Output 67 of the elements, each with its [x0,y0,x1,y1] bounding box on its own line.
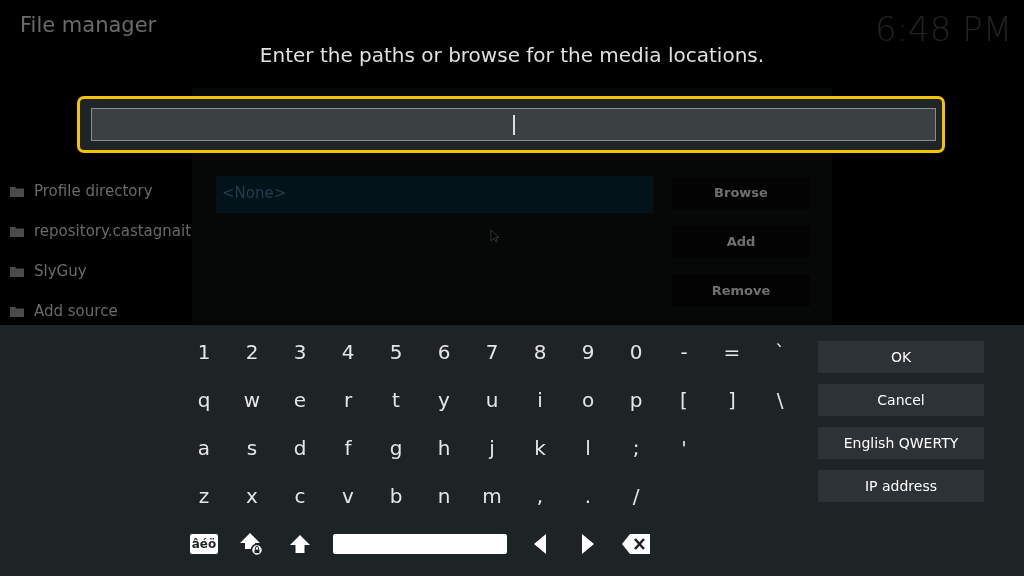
dialog-button[interactable]: Add [672,226,810,258]
key[interactable]: [ [660,376,708,424]
key[interactable]: c [276,472,324,520]
dialog-button[interactable]: Remove [672,275,810,307]
key[interactable]: u [468,376,516,424]
key[interactable]: n [420,472,468,520]
key[interactable]: z [180,472,228,520]
key[interactable]: l [564,424,612,472]
dialog-button[interactable]: Browse [672,177,810,209]
key[interactable]: \ [756,376,804,424]
key[interactable]: w [228,376,276,424]
source-item[interactable]: SlyGuy [34,259,87,283]
key[interactable]: f [324,424,372,472]
keyboard-action-button[interactable]: IP address [818,470,984,502]
source-item[interactable]: Profile directory [34,179,153,203]
key[interactable]: i [516,376,564,424]
key[interactable]: k [516,424,564,472]
source-item[interactable]: repository.castagnait [34,219,192,243]
key[interactable]: 6 [420,328,468,376]
accents-key[interactable]: âéö [180,520,228,568]
key[interactable]: 4 [324,328,372,376]
key[interactable]: 0 [612,328,660,376]
keyboard-action-button[interactable]: OK [818,341,984,373]
key[interactable]: ' [660,424,708,472]
key[interactable]: t [372,376,420,424]
key[interactable]: ] [708,376,756,424]
key[interactable]: m [468,472,516,520]
key[interactable]: r [324,376,372,424]
key[interactable]: . [564,472,612,520]
key[interactable]: h [420,424,468,472]
key[interactable]: v [324,472,372,520]
key[interactable]: g [372,424,420,472]
source-item[interactable]: Add source [34,299,118,323]
key[interactable]: d [276,424,324,472]
key[interactable]: p [612,376,660,424]
key[interactable]: 8 [516,328,564,376]
key[interactable]: , [516,472,564,520]
folder-icon [10,305,24,317]
key[interactable]: x [228,472,276,520]
text-input-field[interactable] [77,96,945,153]
key[interactable]: 7 [468,328,516,376]
key[interactable]: e [276,376,324,424]
key[interactable]: ; [612,424,660,472]
key[interactable]: ` [756,328,804,376]
folder-icon [10,185,24,197]
dialog-heading: Enter the paths or browse for the media locations. [258,42,766,69]
key[interactable]: a [180,424,228,472]
key[interactable]: q [180,376,228,424]
key[interactable]: 9 [564,328,612,376]
key[interactable]: 1 [180,328,228,376]
key[interactable]: o [564,376,612,424]
key[interactable]: 5 [372,328,420,376]
key[interactable]: 2 [228,328,276,376]
keyboard-action-button[interactable]: English QWERTY [818,427,984,459]
folder-icon [10,225,24,237]
key[interactable]: b [372,472,420,520]
key[interactable]: y [420,376,468,424]
key[interactable]: j [468,424,516,472]
mouse-pointer-icon [490,229,500,243]
screen-title: File manager [20,12,157,39]
key[interactable]: = [708,328,756,376]
key[interactable]: / [612,472,660,520]
folder-icon [10,265,24,277]
keyboard-action-button[interactable]: Cancel [818,384,984,416]
key[interactable]: s [228,424,276,472]
key[interactable]: 3 [276,328,324,376]
key[interactable]: - [660,328,708,376]
